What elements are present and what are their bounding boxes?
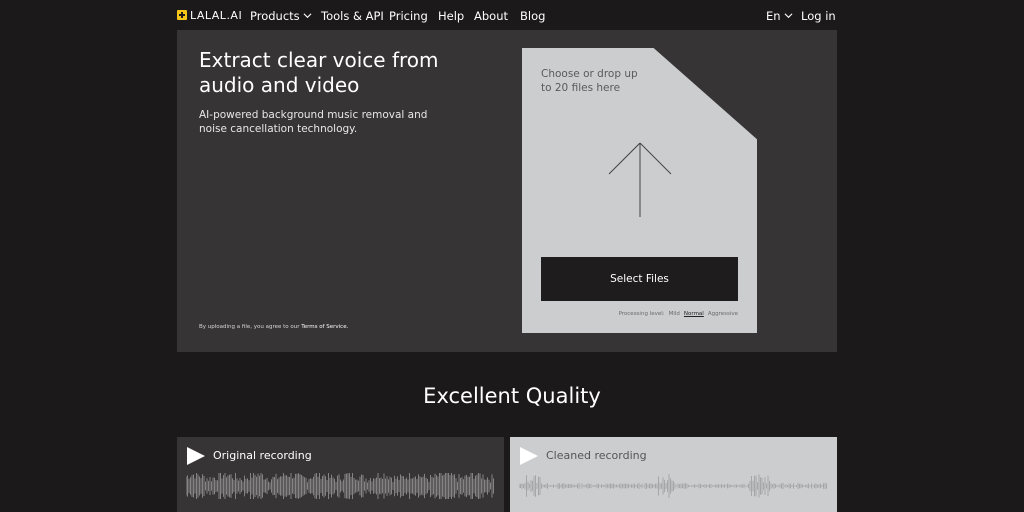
- nav-products-label: Products: [250, 8, 300, 23]
- upload-arrow-icon: [608, 142, 672, 217]
- nav-about[interactable]: About: [474, 8, 508, 23]
- play-icon[interactable]: [186, 446, 206, 466]
- nav-products[interactable]: Products: [250, 8, 312, 23]
- top-navbar: LALAL.AI Products Tools & API Pricing He…: [0, 0, 1024, 30]
- original-recording-card: Original recording: [177, 437, 504, 512]
- logo-icon: [177, 10, 187, 20]
- processing-level-selector: Processing level: Mild Normal Aggressive: [619, 311, 738, 317]
- level-aggressive[interactable]: Aggressive: [708, 311, 738, 317]
- hero-title: Extract clear voice from audio and video: [199, 48, 439, 97]
- cleaned-recording-card: Cleaned recording: [510, 437, 837, 512]
- select-files-button[interactable]: Select Files: [541, 257, 738, 301]
- nav-tools-api[interactable]: Tools & API: [321, 8, 384, 23]
- level-normal[interactable]: Normal: [684, 311, 704, 317]
- original-waveform[interactable]: [186, 473, 495, 499]
- play-icon[interactable]: [519, 446, 539, 466]
- language-label: En: [766, 8, 781, 23]
- chevron-down-icon: [303, 13, 312, 19]
- level-mild[interactable]: Mild: [669, 311, 680, 317]
- hero-panel: Extract clear voice from audio and video…: [177, 30, 837, 352]
- logo-text: LALAL.AI: [190, 8, 243, 22]
- drop-instructions: Choose or drop up to 20 files here: [541, 68, 638, 94]
- original-recording-label: Original recording: [213, 449, 312, 462]
- login-link[interactable]: Log in: [801, 8, 836, 23]
- terms-link[interactable]: Terms of Service.: [301, 324, 348, 330]
- terms-notice: By uploading a file, you agree to our Te…: [199, 324, 348, 330]
- cleaned-recording-label: Cleaned recording: [546, 449, 647, 462]
- section-title: Excellent Quality: [423, 384, 601, 408]
- nav-help[interactable]: Help: [438, 8, 464, 23]
- hero-subtitle: AI-powered background music removal and …: [199, 109, 428, 135]
- logo[interactable]: LALAL.AI: [177, 8, 242, 22]
- processing-level-label: Processing level:: [618, 311, 665, 317]
- language-selector[interactable]: En: [766, 8, 793, 23]
- chevron-down-icon: [784, 13, 793, 19]
- nav-pricing[interactable]: Pricing: [389, 8, 428, 23]
- terms-text: By uploading a file, you agree to our: [199, 324, 302, 330]
- file-drop-zone[interactable]: Choose or drop up to 20 files here Selec…: [522, 48, 757, 333]
- nav-blog[interactable]: Blog: [520, 8, 545, 23]
- cleaned-waveform[interactable]: [519, 473, 828, 499]
